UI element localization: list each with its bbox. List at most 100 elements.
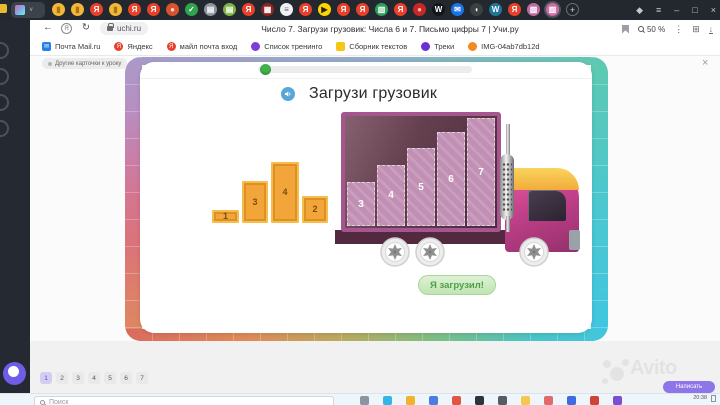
bookmark-item[interactable]: Я Яндекс <box>114 42 153 51</box>
pinned-tab-fragment[interactable] <box>0 4 7 13</box>
cargo-block[interactable]: 7 <box>467 118 495 226</box>
pagination-item[interactable]: 7 <box>136 372 148 384</box>
podium-block[interactable]: 4 <box>271 162 299 223</box>
bookmark-label: майл почта вход <box>179 42 238 51</box>
window-control-icon[interactable]: ≡ <box>656 5 661 15</box>
taskbar-app-icon[interactable] <box>521 396 530 405</box>
pagination-item[interactable]: 6 <box>120 372 132 384</box>
extension-icon[interactable]: ⊞ <box>692 24 700 34</box>
tab-favicon[interactable]: ▮ <box>109 3 122 16</box>
tab-favicon[interactable]: ▮ <box>52 3 65 16</box>
magnifier-icon <box>637 26 644 32</box>
sidebar-app-icon[interactable] <box>0 42 9 59</box>
tab-favicon[interactable]: Я <box>508 3 521 16</box>
tab-favicon[interactable]: ▤ <box>204 3 217 16</box>
wheel <box>380 237 410 267</box>
current-tab[interactable]: ∨ <box>11 2 45 18</box>
tab-favicon[interactable]: Я <box>356 3 369 16</box>
pagination-item[interactable]: 5 <box>104 372 116 384</box>
tab-favicon[interactable]: Я <box>337 3 350 16</box>
tab-favicon[interactable]: ▥ <box>375 3 388 16</box>
tab-favicon[interactable]: ▧ <box>527 3 540 16</box>
sidebar-app-icon[interactable] <box>0 94 9 111</box>
overflow-menu-icon[interactable]: ⋮ <box>674 24 683 34</box>
tab-favicon[interactable]: ▶ <box>318 3 331 16</box>
tab-favicon[interactable]: ▮ <box>71 3 84 16</box>
bookmark-item[interactable]: Сборник текстов <box>336 42 407 51</box>
taskbar-app-icon[interactable] <box>429 396 438 405</box>
taskbar-app-icon[interactable] <box>590 396 599 405</box>
window-control-icon[interactable]: □ <box>692 5 697 15</box>
bookmark-item[interactable]: IMG-04ab7db12d <box>468 42 540 51</box>
tab-favicon[interactable]: W <box>489 3 502 16</box>
tab-favicon[interactable]: Я <box>242 3 255 16</box>
tab-favicon[interactable]: Я <box>299 3 312 16</box>
taskbar-app-icon[interactable] <box>544 396 553 405</box>
taskbar-app-icon[interactable] <box>498 396 507 405</box>
system-tray: 20:38 <box>693 395 716 402</box>
window-control-icon[interactable]: – <box>674 5 679 15</box>
tab-favicon[interactable]: ◖ <box>470 3 483 16</box>
address-bar[interactable]: uchi.ru <box>100 22 149 35</box>
tab-favicon[interactable]: ▦ <box>261 3 274 16</box>
pagination-item[interactable]: 1 <box>40 372 52 384</box>
new-tab-button[interactable]: + <box>566 3 579 16</box>
download-icon[interactable]: ↓ <box>708 24 713 34</box>
sidebar-app-icon[interactable] <box>0 120 9 137</box>
refresh-icon[interactable]: ↻ <box>82 23 90 33</box>
search-input[interactable]: Поиск <box>34 396 334 405</box>
cargo-block[interactable]: 3 <box>347 182 375 226</box>
bookmark-icon[interactable] <box>621 24 629 34</box>
bookmark-item[interactable]: ✉ Почта Mail.ru <box>42 42 100 51</box>
bookmark-label: IMG-04ab7db12d <box>481 42 540 51</box>
podium-block[interactable]: 3 <box>242 181 268 223</box>
window-control-icon[interactable]: ◆ <box>636 5 643 15</box>
tab-favicon[interactable]: Я <box>147 3 160 16</box>
tab-favicon[interactable]: Я <box>90 3 103 16</box>
pagination-item[interactable]: 3 <box>72 372 84 384</box>
notification-icon[interactable] <box>711 395 716 402</box>
back-icon[interactable]: ← <box>43 23 53 33</box>
taskbar-app-icon[interactable] <box>567 396 576 405</box>
sidebar-app-icon[interactable] <box>0 68 9 85</box>
browser-logo-icon[interactable] <box>3 362 26 385</box>
podium-block[interactable]: 1 <box>212 210 239 223</box>
tab-favicon[interactable]: ▤ <box>223 3 236 16</box>
tab-favicon[interactable]: ● <box>413 3 426 16</box>
taskbar-app-icon[interactable] <box>360 396 369 405</box>
avito-write-button[interactable]: Написать <box>663 381 715 393</box>
game-card: Загрузи грузовик 1342 34567 Я загрузил! <box>140 62 592 333</box>
other-cards-button[interactable]: Другие карточки к уроку <box>42 58 128 69</box>
tab-favicon[interactable]: Я <box>394 3 407 16</box>
taskbar-app-icon[interactable] <box>452 396 461 405</box>
tab-favicon[interactable]: Я <box>128 3 141 16</box>
tab-favicon[interactable]: W <box>432 3 445 16</box>
tab-favicon[interactable]: ≡ <box>280 3 293 16</box>
browser-tab-strip: ∨ ▮ ▮ Я ▮ Я Я ● ✓ ▤ ▤ Я ▦ ≡ Я ▶ Я Я ▥ Я ● W ✉ ◖ W Я ▧ ▧ + ◆ ≡ – □ × <box>0 0 720 20</box>
tab-favicon[interactable]: ▧ <box>546 3 559 16</box>
bookmark-label: Треки <box>434 42 455 51</box>
bookmark-item[interactable]: Я майл почта вход <box>166 42 238 51</box>
pagination-item[interactable]: 4 <box>88 372 100 384</box>
taskbar-app-icon[interactable] <box>383 396 392 405</box>
profile-icon[interactable]: Я <box>61 23 72 34</box>
close-icon[interactable]: × <box>702 58 708 69</box>
tab-favicon[interactable]: ● <box>166 3 179 16</box>
bookmark-item[interactable]: Треки <box>421 42 454 51</box>
taskbar-app-icon[interactable] <box>406 396 415 405</box>
window-control-icon[interactable]: × <box>711 5 716 15</box>
podium-block[interactable]: 2 <box>302 196 328 223</box>
cargo-block[interactable]: 5 <box>407 148 435 226</box>
avito-logo-circle <box>603 360 611 368</box>
cargo-block[interactable]: 4 <box>377 165 405 226</box>
clock[interactable]: 20:38 <box>693 395 707 402</box>
zoom-control[interactable]: 50 % <box>637 25 665 34</box>
bookmark-item[interactable]: Список тренинго <box>251 42 322 51</box>
loaded-button[interactable]: Я загрузил! <box>418 275 496 295</box>
pagination-item[interactable]: 2 <box>56 372 68 384</box>
taskbar-app-icon[interactable] <box>475 396 484 405</box>
taskbar-app-icon[interactable] <box>613 396 622 405</box>
tab-favicon[interactable]: ✉ <box>451 3 464 16</box>
tab-favicon[interactable]: ✓ <box>185 3 198 16</box>
cargo-block[interactable]: 6 <box>437 132 465 226</box>
